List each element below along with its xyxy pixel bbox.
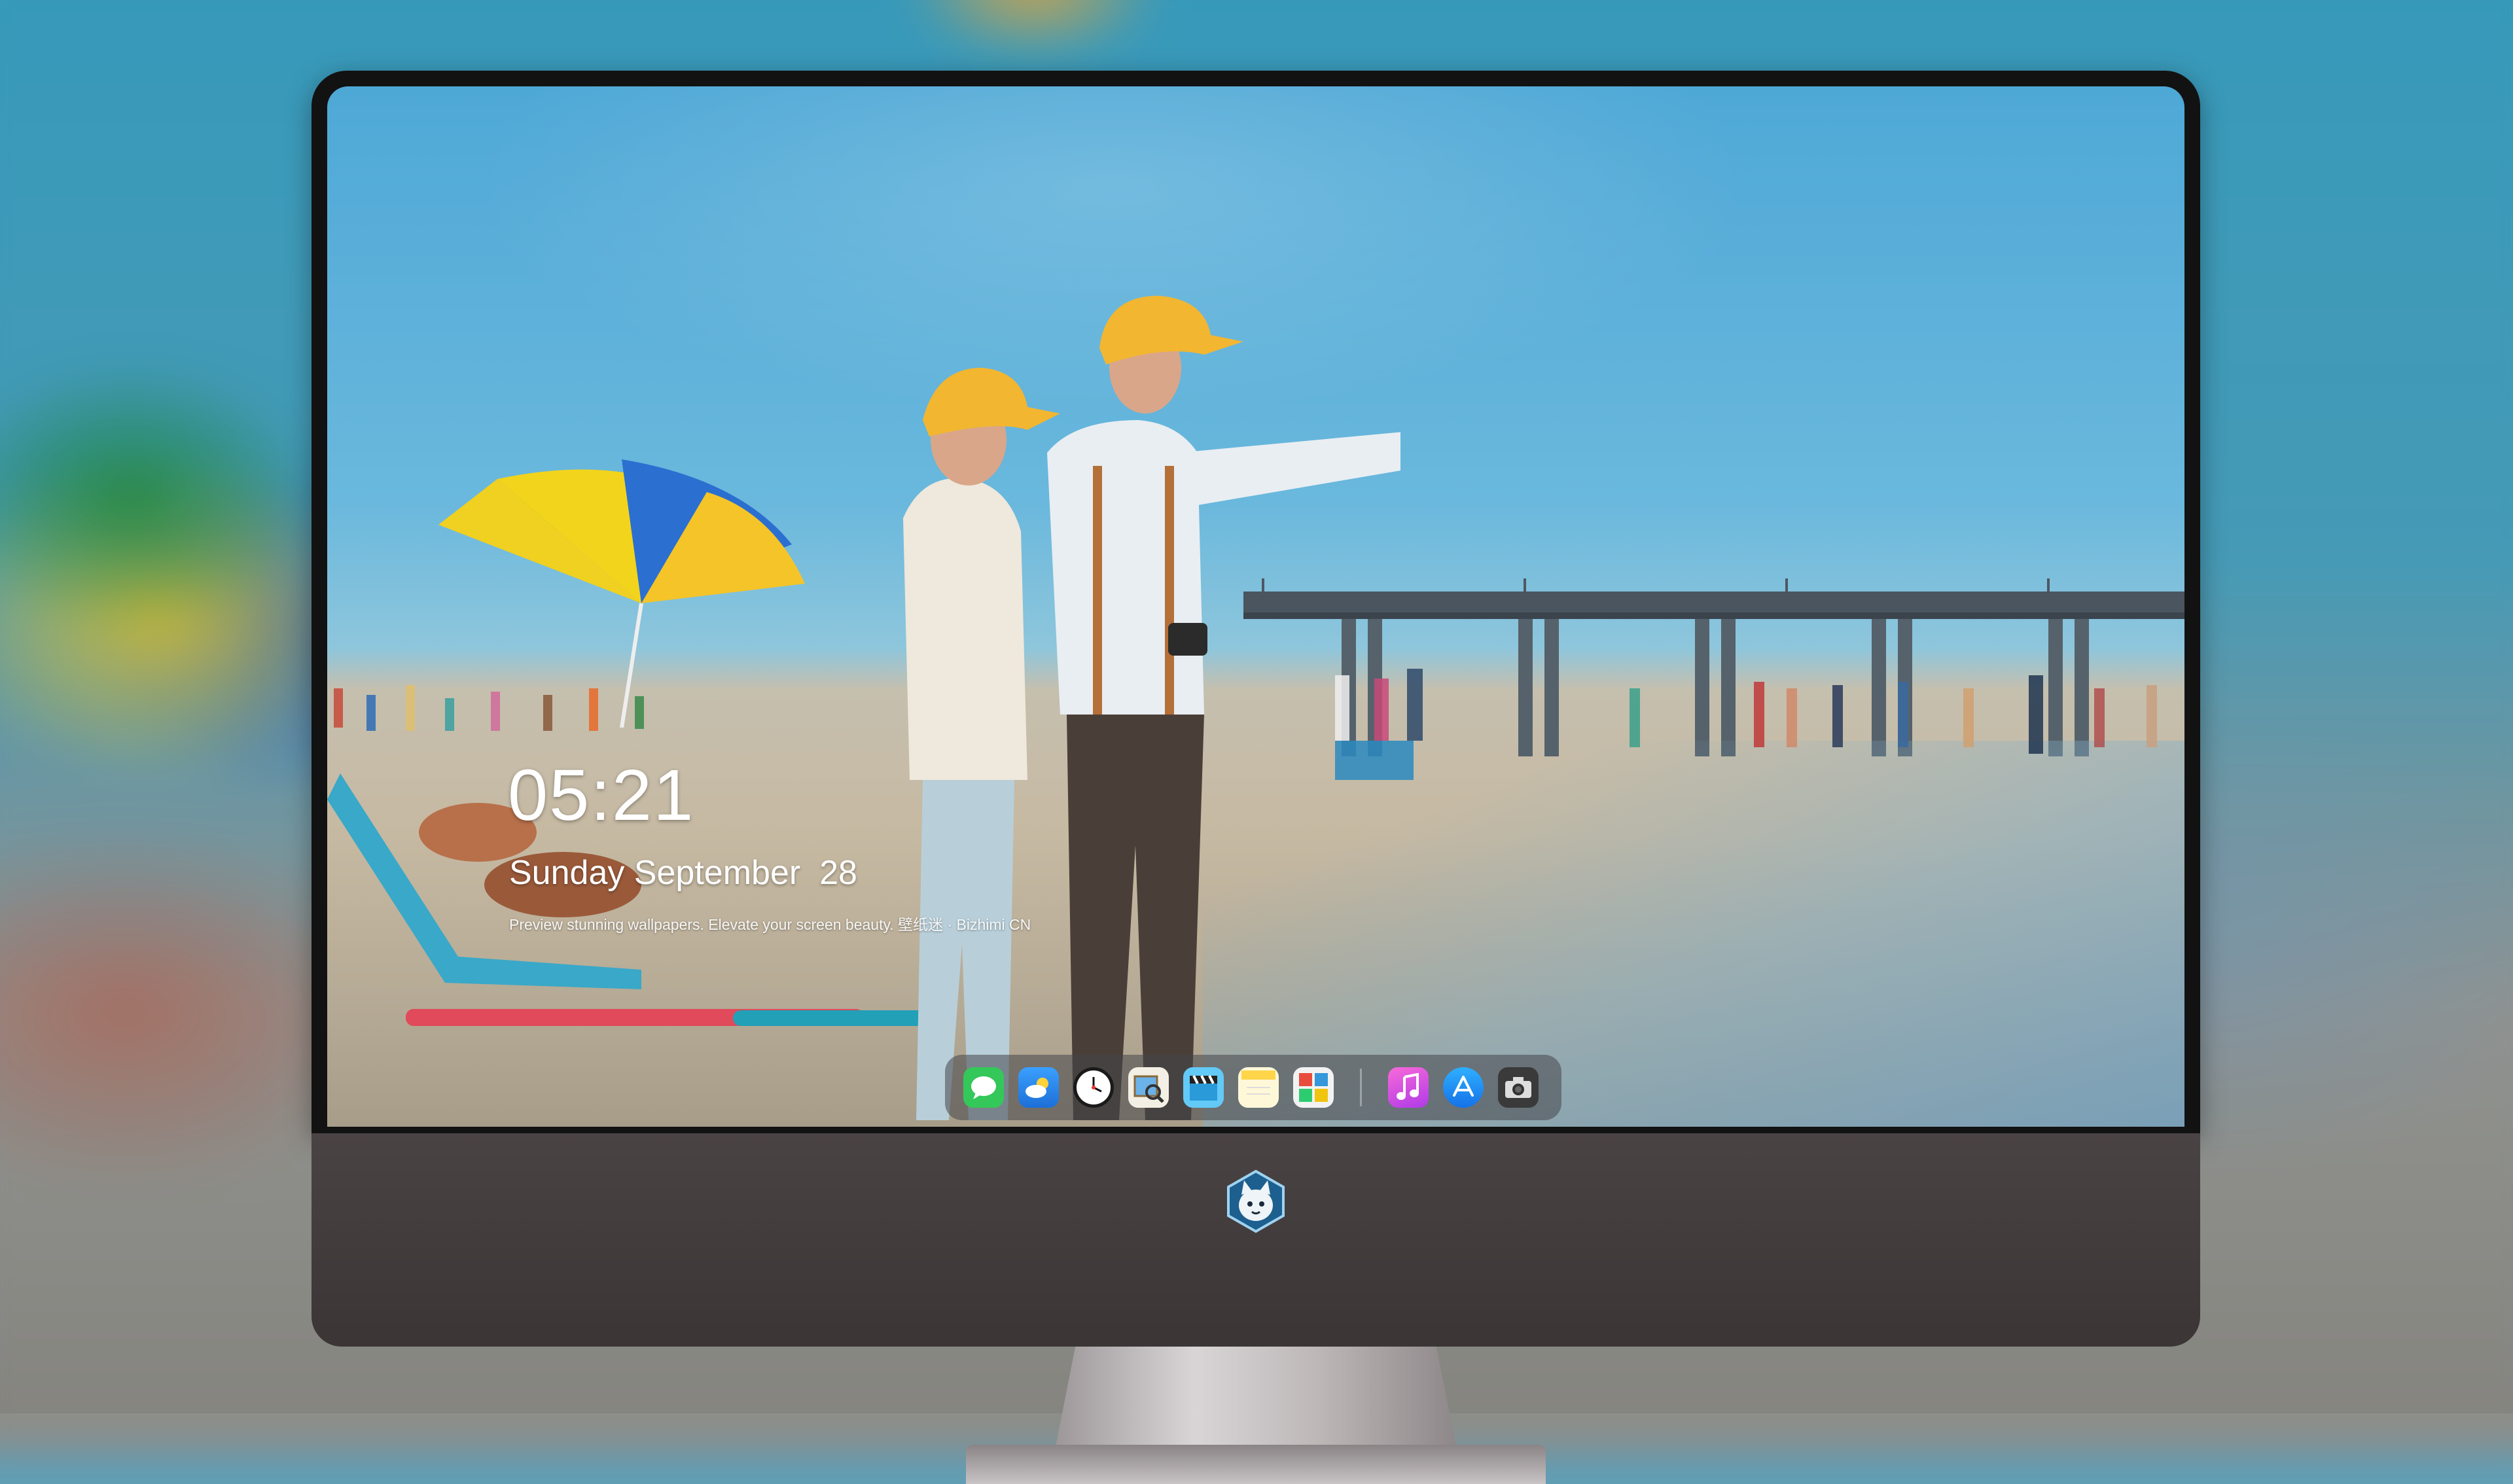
preview-icon[interactable]: [1128, 1067, 1169, 1108]
camera-icon[interactable]: [1498, 1067, 1539, 1108]
clock-icon[interactable]: [1073, 1067, 1114, 1108]
app-store-icon[interactable]: [1443, 1067, 1484, 1108]
monitor-chin: [312, 1133, 2200, 1347]
clapperboard-icon[interactable]: [1183, 1067, 1224, 1108]
notes-icon[interactable]: [1238, 1067, 1279, 1108]
messages-icon[interactable]: [963, 1067, 1004, 1108]
lock-screen-time: 05:21: [508, 755, 695, 836]
lock-screen-tagline: Preview stunning wallpapers. Elevate you…: [509, 916, 1031, 933]
wallpaper-elderly-couple: [903, 296, 1400, 1120]
monitor-stand-base: [966, 1445, 1546, 1484]
dock: [945, 1055, 1561, 1120]
weather-icon[interactable]: [1018, 1067, 1059, 1108]
monitor: 05:21 Sunday September 28 Preview stunni…: [312, 71, 2200, 1484]
music-icon[interactable]: [1388, 1067, 1429, 1108]
photo-booth-icon[interactable]: [1293, 1067, 1334, 1108]
dock-separator: [1360, 1069, 1362, 1106]
cat-mascot-logo-icon: [1227, 1169, 1285, 1233]
lock-screen: 05:21 Sunday September 28 Preview stunni…: [327, 86, 2184, 1127]
lock-screen-date: Sunday September 28: [509, 854, 857, 892]
wallpaper-beach-umbrella: [438, 459, 805, 728]
